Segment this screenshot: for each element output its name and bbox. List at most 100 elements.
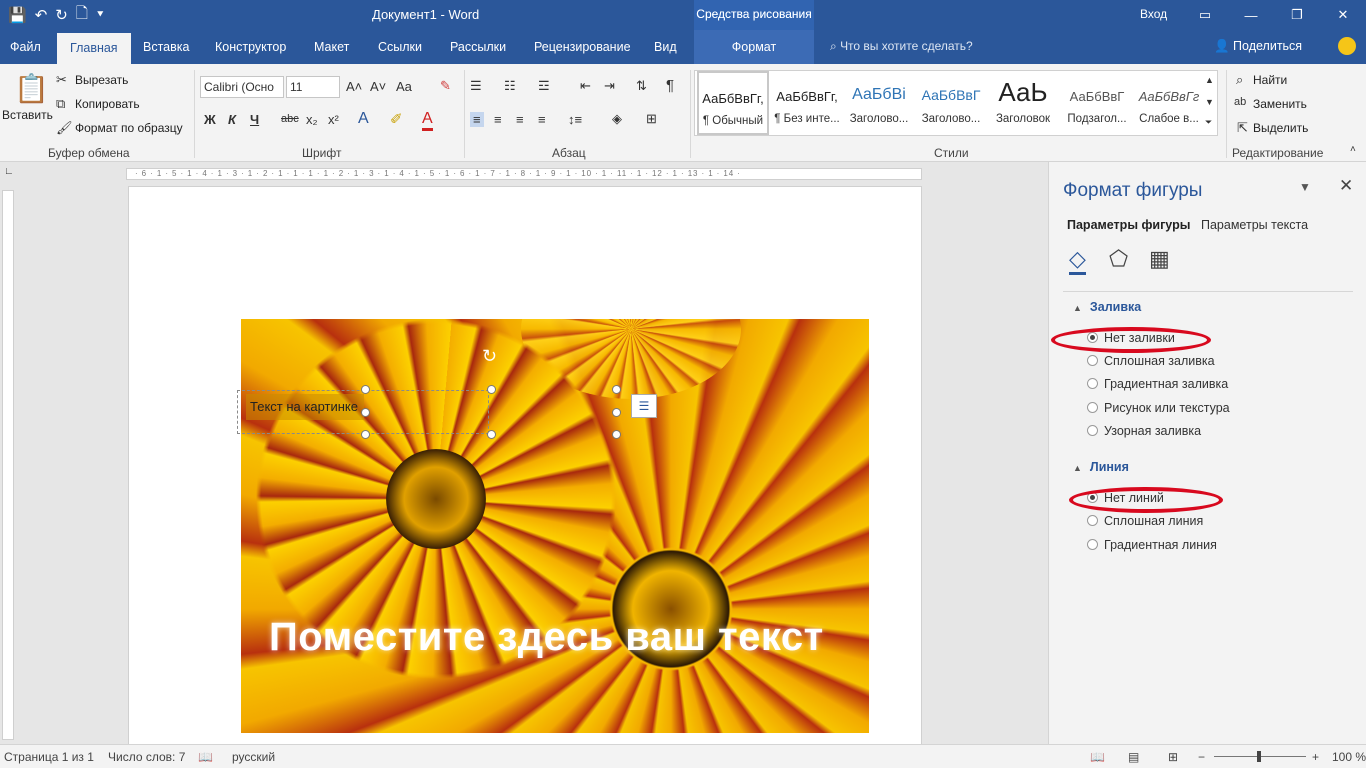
rotate-handle-icon[interactable]: ↻: [482, 346, 497, 367]
fill-option-gradient[interactable]: Градиентная заливка: [1087, 377, 1228, 391]
share-button[interactable]: 👤 Поделиться: [1214, 39, 1302, 54]
resize-handle[interactable]: [487, 385, 496, 394]
gallery-more-icon[interactable]: ⏷: [1205, 117, 1212, 128]
font-name-combo[interactable]: Calibri (Осно: [200, 76, 284, 98]
show-formatting-marks-icon[interactable]: ¶: [666, 77, 674, 94]
align-right-icon[interactable]: ≡: [516, 112, 524, 127]
tab-review[interactable]: Рецензирование: [534, 30, 631, 64]
borders-icon[interactable]: ⊞: [646, 111, 657, 127]
print-layout-icon[interactable]: ▤: [1128, 750, 1139, 764]
gallery-scroll-up-icon[interactable]: ▲: [1205, 75, 1214, 85]
style-subtitle[interactable]: АаБбВвГ Подзагол...: [1061, 71, 1133, 135]
zoom-slider-thumb[interactable]: [1257, 751, 1261, 762]
font-color-icon[interactable]: A: [422, 110, 433, 131]
tell-me-search[interactable]: ⌕ Что вы хотите сделать?: [830, 39, 973, 54]
strikethrough-button[interactable]: abc: [281, 113, 299, 125]
style-no-spacing[interactable]: АаБбВвГг, ¶ Без инте...: [771, 71, 843, 135]
tab-mailings[interactable]: Рассылки: [450, 30, 506, 64]
superscript-button[interactable]: x²: [328, 112, 339, 127]
style-heading-2[interactable]: АаБбВвГ Заголово...: [915, 71, 987, 135]
document-page[interactable]: Поместите здесь ваш текст: [128, 186, 922, 746]
underline-button[interactable]: Ч: [250, 112, 259, 127]
change-case-button[interactable]: Aa: [396, 79, 412, 94]
tab-references[interactable]: Ссылки: [378, 30, 422, 64]
redo-icon[interactable]: ↻: [55, 6, 68, 24]
highlight-color-icon[interactable]: ✐: [390, 110, 403, 128]
resize-handle[interactable]: [612, 408, 621, 417]
web-layout-icon[interactable]: ⊞: [1168, 750, 1178, 764]
resize-handle[interactable]: [612, 430, 621, 439]
decrease-indent-icon[interactable]: ⇤: [580, 78, 591, 94]
bullets-icon[interactable]: ☰: [470, 78, 482, 94]
layout-options-icon[interactable]: ☰: [631, 394, 657, 418]
paste-button[interactable]: Вставить: [2, 108, 53, 122]
line-option-solid[interactable]: Сплошная линия: [1087, 514, 1203, 528]
resize-handle[interactable]: [361, 408, 370, 417]
line-option-gradient[interactable]: Градиентная линия: [1087, 538, 1217, 552]
find-button[interactable]: Найти: [1253, 73, 1287, 87]
multilevel-list-icon[interactable]: ☲: [538, 78, 550, 94]
line-spacing-icon[interactable]: ↕≡: [568, 112, 582, 127]
align-left-icon[interactable]: ≡: [470, 112, 484, 127]
bold-button[interactable]: Ж: [204, 112, 216, 127]
page-count[interactable]: Страница 1 из 1: [4, 750, 94, 764]
tab-shape-options[interactable]: Параметры фигуры: [1067, 218, 1190, 232]
read-mode-icon[interactable]: 📖: [1090, 750, 1105, 764]
ribbon-display-options-icon[interactable]: ▭: [1182, 7, 1228, 23]
gallery-scroll-down-icon[interactable]: ▼: [1205, 97, 1214, 107]
fill-option-picture[interactable]: Рисунок или текстура: [1087, 401, 1230, 415]
style-title[interactable]: АаЬ Заголовок: [987, 71, 1059, 135]
copy-button[interactable]: Копировать: [75, 97, 140, 111]
zoom-out-icon[interactable]: −: [1198, 750, 1205, 764]
size-properties-icon[interactable]: ▦: [1149, 246, 1170, 272]
grow-font-icon[interactable]: A˄: [346, 79, 362, 94]
tab-design[interactable]: Конструктор: [215, 30, 286, 64]
pane-options-icon[interactable]: ▼: [1299, 180, 1311, 194]
zoom-in-icon[interactable]: +: [1312, 750, 1319, 764]
text-box-content[interactable]: Текст на картинке: [246, 394, 364, 420]
feedback-smiley-icon[interactable]: [1338, 37, 1356, 55]
flower-photo[interactable]: Поместите здесь ваш текст: [241, 319, 869, 733]
proofing-icon[interactable]: 📖: [198, 750, 213, 764]
customize-qat-icon[interactable]: ⯆: [96, 9, 105, 22]
fill-option-pattern[interactable]: Узорная заливка: [1087, 424, 1201, 438]
text-effects-icon[interactable]: A: [358, 110, 369, 128]
style-subtle-emphasis[interactable]: АаБбВвГг Слабое в...: [1133, 71, 1205, 135]
resize-handle[interactable]: [612, 385, 621, 394]
fill-line-icon[interactable]: ◇: [1069, 246, 1086, 275]
restore-icon[interactable]: ❐: [1274, 7, 1320, 23]
sign-in-link[interactable]: Вход: [1140, 7, 1167, 21]
increase-indent-icon[interactable]: ⇥: [604, 78, 615, 94]
resize-handle[interactable]: [361, 430, 370, 439]
clear-formatting-icon[interactable]: ✎: [440, 78, 451, 94]
paste-icon[interactable]: 📋: [14, 72, 49, 105]
shrink-font-icon[interactable]: A˅: [370, 79, 386, 94]
style-normal[interactable]: АаБбВвГг, ¶ Обычный: [697, 71, 769, 135]
close-window-icon[interactable]: ✕: [1320, 7, 1366, 23]
collapse-ribbon-icon[interactable]: ˄: [1350, 144, 1356, 155]
tab-layout[interactable]: Макет: [314, 30, 349, 64]
word-count[interactable]: Число слов: 7: [108, 750, 185, 764]
font-size-combo[interactable]: 11: [286, 76, 340, 98]
language-indicator[interactable]: русский: [232, 750, 275, 764]
italic-button[interactable]: К: [228, 112, 236, 127]
new-document-icon[interactable]: 🗋: [76, 3, 88, 28]
cut-button[interactable]: Вырезать: [75, 73, 128, 87]
sort-icon[interactable]: ⇅: [636, 78, 647, 94]
tab-insert[interactable]: Вставка: [143, 30, 189, 64]
tab-view[interactable]: Вид: [654, 30, 677, 64]
close-pane-icon[interactable]: ✕: [1339, 176, 1353, 196]
subscript-button[interactable]: x₂: [306, 112, 318, 127]
document-canvas[interactable]: ∟ · 6 · 1 · 5 · 1 · 4 · 1 · 3 · 1 · 2 · …: [0, 162, 1048, 746]
undo-icon[interactable]: ↶: [35, 6, 48, 24]
select-button[interactable]: Выделить: [1253, 121, 1308, 135]
shading-icon[interactable]: ◈: [612, 111, 622, 127]
save-icon[interactable]: 💾: [8, 6, 27, 24]
tab-file[interactable]: Файл: [10, 30, 41, 64]
justify-icon[interactable]: ≡: [538, 112, 546, 127]
tab-selector-icon[interactable]: ∟: [4, 166, 14, 177]
vertical-ruler[interactable]: [2, 190, 14, 740]
photo-caption-text[interactable]: Поместите здесь ваш текст: [269, 615, 869, 660]
line-section-header[interactable]: ▲ Линия: [1073, 460, 1129, 474]
tab-home[interactable]: Главная: [57, 33, 131, 64]
